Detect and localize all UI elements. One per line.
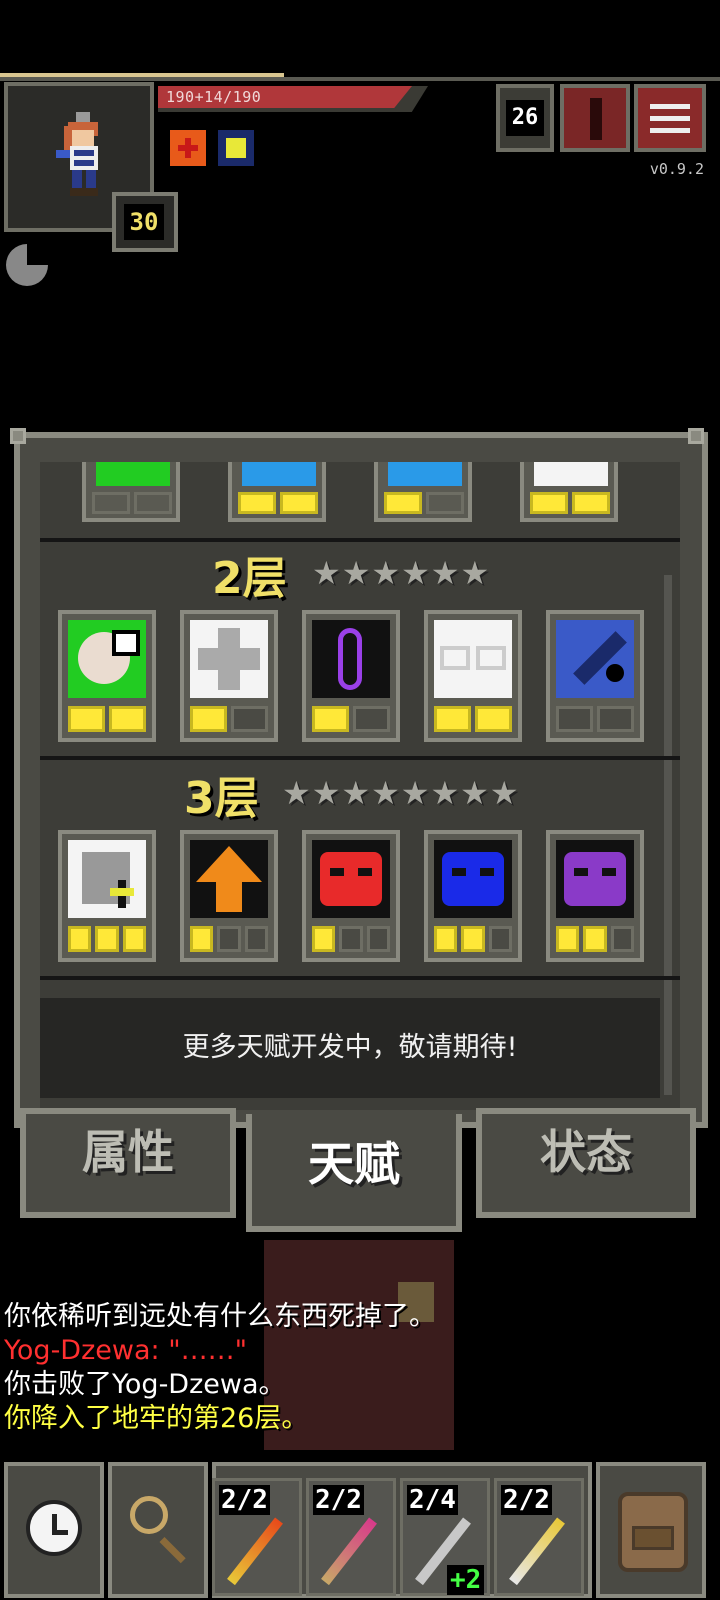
quickslot-3[interactable]: 2/4 +2 (400, 1478, 490, 1596)
talent-card-t3-3[interactable] (302, 830, 400, 962)
inventory-button[interactable] (596, 1462, 706, 1598)
purple-mask-icon (556, 840, 634, 918)
tier-separator (40, 538, 680, 542)
tab-talents[interactable]: 天赋 (246, 1114, 462, 1232)
log-line: 你降入了地牢的第26层。 (4, 1403, 309, 1434)
talent-pip-on (280, 492, 318, 514)
talent-card-t3-1[interactable] (58, 830, 156, 962)
rocket-icon (556, 620, 634, 698)
tier3-title: 3层 (184, 773, 259, 824)
menu-icon (650, 104, 690, 109)
tier2-stars: ★★★★★★ (312, 554, 491, 592)
talent-card-t2-1[interactable] (58, 610, 156, 742)
log-line: 你击败了Yog-Dzewa。 (4, 1369, 286, 1400)
talent-card-t2-2[interactable] (180, 610, 278, 742)
wait-button[interactable] (4, 1462, 104, 1598)
talent-t1-3-icon (388, 462, 462, 486)
talent-pip-on (238, 492, 276, 514)
orange-arrow-up-icon (190, 840, 268, 918)
magnifier-icon (130, 1496, 168, 1534)
hp-text: 190+14/190 (166, 88, 262, 106)
depth-number: 26 (506, 100, 544, 136)
top-rail (0, 77, 720, 81)
version-label: v0.9.2 (649, 160, 704, 178)
wand-icon (321, 1517, 377, 1586)
talent-card-t1-3[interactable] (374, 462, 472, 522)
talent-card-t3-4[interactable] (424, 830, 522, 962)
depth-button[interactable]: 26 (496, 84, 554, 152)
talent-pip (134, 492, 172, 514)
tier-separator (40, 756, 680, 760)
cross-icon (190, 620, 268, 698)
talent-card-t1-2[interactable] (228, 462, 326, 522)
tier3-stars: ★★★★★★★★ (282, 774, 520, 812)
quickslot-4[interactable]: 2/2 (494, 1478, 584, 1596)
talent-card-t2-3[interactable] (302, 610, 400, 742)
light-buff-icon[interactable] (218, 130, 254, 166)
talent-pip-on (384, 492, 422, 514)
quickslot-2[interactable]: 2/2 (306, 1478, 396, 1596)
upgrade-level: +2 (447, 1565, 485, 1595)
talent-t1-4-icon (534, 462, 608, 486)
healing-buff-icon[interactable] (170, 130, 206, 166)
talent-card-t2-5[interactable] (546, 610, 644, 742)
tab-stats[interactable]: 属性 (20, 1108, 236, 1218)
goggles-icon (434, 620, 512, 698)
hero-level-badge: 30 (112, 192, 178, 252)
tier-separator (40, 976, 680, 980)
window-corner (10, 428, 26, 444)
wand-icon (509, 1517, 565, 1586)
quickslot-1[interactable]: 2/2 (212, 1478, 302, 1596)
talent-card-t3-5[interactable] (546, 830, 644, 962)
talent-card-t2-4[interactable] (424, 610, 522, 742)
talent-scrollbar[interactable] (664, 575, 672, 1095)
clock-icon (26, 1500, 82, 1556)
charge-count: 2/4 (407, 1485, 458, 1515)
talent-card-t3-2[interactable] (180, 830, 278, 962)
log-line: 你依稀听到远处有什么东西死掉了。 (4, 1301, 436, 1332)
tab-status[interactable]: 状态 (476, 1108, 696, 1218)
menu-icon-line (650, 128, 690, 133)
armor-upgrade-icon (68, 840, 146, 918)
charge-count: 2/2 (501, 1485, 552, 1515)
talent-card-t1-4[interactable] (520, 462, 618, 522)
tier2-title: 2层 (212, 553, 287, 604)
talent-card-t1-1[interactable] (82, 462, 180, 522)
clock-shield-icon (68, 620, 146, 698)
window-corner (688, 428, 704, 444)
log-line: Yog-Dzewa: "……" (4, 1335, 248, 1366)
coming-soon-text: 更多天赋开发中，敬请期待! (40, 998, 660, 1098)
wand-icon (227, 1517, 283, 1586)
talent-t1-2-icon (242, 462, 316, 486)
busy-indicator-icon (6, 244, 48, 286)
blue-mask-icon (434, 840, 512, 918)
menu-icon-line (650, 116, 690, 121)
hero-avatar-icon (56, 112, 98, 196)
backpack-icon (618, 1492, 688, 1572)
search-button[interactable] (108, 1462, 208, 1598)
talent-pip (92, 492, 130, 514)
rune-icon (312, 620, 390, 698)
key-icon (590, 98, 602, 140)
talent-t1-1-icon (96, 462, 170, 486)
talent-pip (426, 492, 464, 514)
red-mask-icon (312, 840, 390, 918)
talent-pip-on (572, 492, 610, 514)
menu-button[interactable] (634, 84, 706, 152)
hero-level: 30 (124, 204, 164, 240)
charge-count: 2/2 (219, 1485, 270, 1515)
talent-pip-on (530, 492, 568, 514)
charge-count: 2/2 (313, 1485, 364, 1515)
journal-button[interactable] (560, 84, 630, 152)
